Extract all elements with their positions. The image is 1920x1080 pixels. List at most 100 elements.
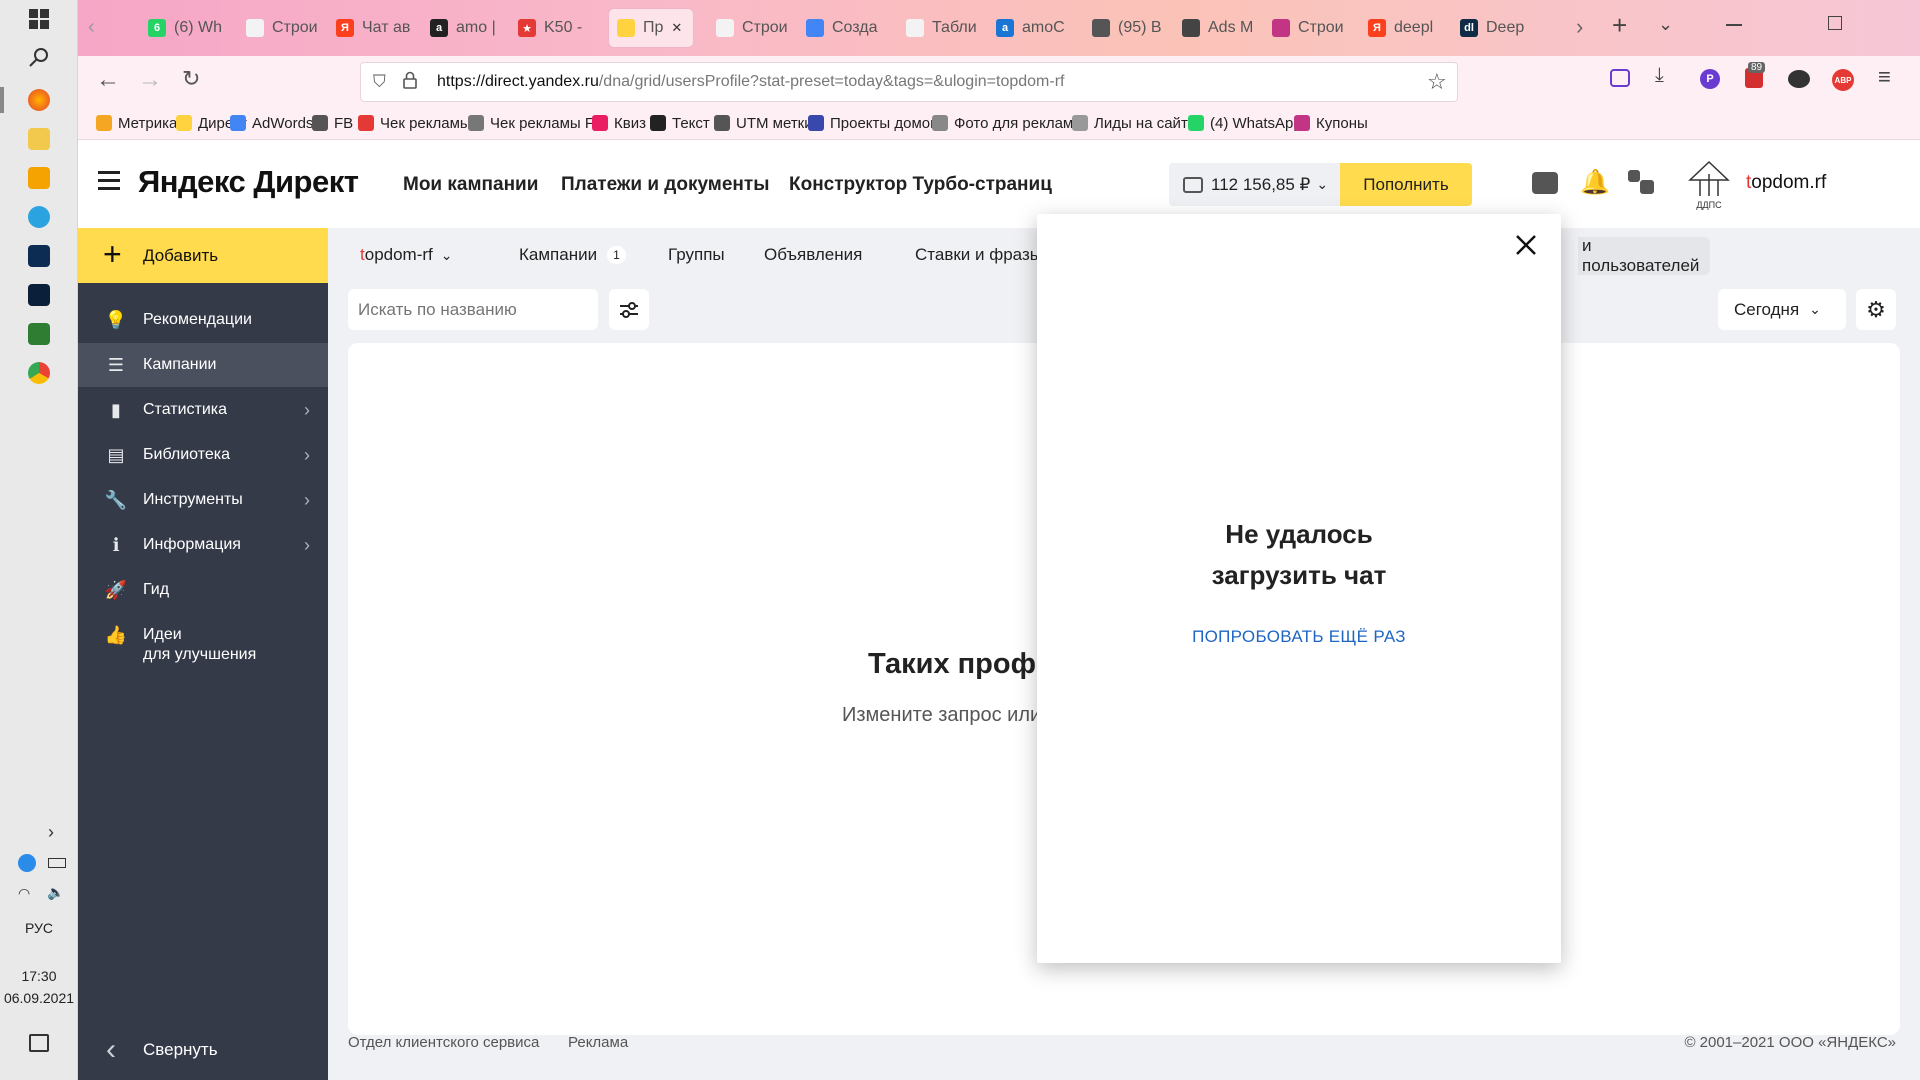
volume-icon[interactable]: 🔈 — [47, 884, 64, 901]
collapse-sidebar-button[interactable]: ‹ Свернуть — [78, 1028, 328, 1072]
sidebar-item-wrench[interactable]: 🔧 Инструменты › — [78, 478, 328, 522]
extension-icon[interactable] — [1788, 70, 1810, 88]
scroll-tabs-right-icon[interactable]: › — [1576, 14, 1583, 40]
app-icon[interactable] — [28, 323, 50, 345]
forward-arrow-icon[interactable]: → — [138, 66, 162, 94]
browser-tab[interactable]: a amo | — [422, 8, 502, 48]
close-tab-icon[interactable]: ✕ — [671, 20, 682, 36]
browser-tab[interactable]: a amoC — [988, 8, 1076, 48]
browser-tab[interactable]: 6 (6) Wh — [140, 8, 228, 48]
browser-tab[interactable]: Яdeepl — [1360, 8, 1446, 48]
nav-turbo-builder[interactable]: Конструктор Турбо-страниц — [789, 174, 1052, 196]
bookmark-item[interactable]: Проекты домов — [808, 106, 938, 140]
footer-support-link[interactable]: Отдел клиентского сервиса — [348, 1034, 539, 1051]
browser-tab[interactable]: Строи — [1264, 8, 1354, 48]
bookmark-item[interactable]: Фото для рекламы — [932, 106, 1084, 140]
photoshop-icon[interactable] — [28, 284, 50, 306]
tab-campaigns[interactable]: Кампании 1 — [519, 228, 626, 282]
pocket-icon[interactable] — [1610, 69, 1630, 87]
bookmark-item[interactable]: FB — [312, 106, 353, 140]
add-button[interactable]: + Добавить — [78, 228, 328, 283]
browser-tab[interactable]: Ads M — [1174, 8, 1258, 48]
language-indicator[interactable]: РУС — [0, 920, 78, 936]
bookmark-item[interactable]: AdWords — [230, 106, 313, 140]
settings-gear-icon[interactable]: ⚙ — [1856, 289, 1896, 330]
extension-p-icon[interactable]: P — [1700, 69, 1720, 89]
account-switcher[interactable]: t opdom-rf ⌄ — [360, 228, 453, 282]
tab-list-chevron-icon[interactable]: ⌄ — [1658, 14, 1673, 35]
browser-tab[interactable]: dl Deep — [1452, 8, 1542, 48]
menu-icon[interactable]: ≡ — [1878, 64, 1891, 90]
notifications-bell-icon[interactable]: 🔔 — [1580, 168, 1610, 197]
clock-date[interactable]: 06.09.2021 — [0, 990, 78, 1006]
chrome-icon[interactable] — [28, 362, 50, 384]
clock-time[interactable]: 17:30 — [0, 968, 78, 984]
v-app-icon[interactable] — [28, 245, 50, 267]
file-explorer-icon[interactable] — [28, 128, 50, 150]
restore-window-icon[interactable] — [1828, 16, 1842, 30]
chat-icon[interactable] — [1532, 172, 1558, 194]
bookmark-item[interactable]: Текст — [650, 106, 710, 140]
shield-icon[interactable]: ⛉ — [373, 72, 386, 92]
sidebar-item-lightbulb[interactable]: 💡 Рекомендации — [78, 298, 328, 342]
browser-tab[interactable]: ★ K50 - — [510, 8, 600, 48]
bookmark-item[interactable]: Чек рекламы — [358, 106, 471, 140]
bookmark-item[interactable]: Метрика — [96, 106, 177, 140]
topup-button[interactable]: Пополнить — [1340, 163, 1472, 206]
browser-tab[interactable]: Я Чат ав — [328, 8, 418, 48]
period-select[interactable]: Сегодня ⌄ — [1718, 289, 1846, 330]
bookmark-item[interactable]: UTM метки — [714, 106, 813, 140]
bookmark-item[interactable]: Лиды на сайте — [1072, 106, 1196, 140]
address-bar[interactable]: ⛉ https://direct.yandex.ru/dna/grid/user… — [360, 62, 1458, 102]
bookmark-item[interactable]: Чек рекламы FB — [468, 106, 604, 140]
filter-button[interactable] — [609, 289, 649, 330]
tab-bids-phrases[interactable]: Ставки и фразы — [915, 228, 1037, 282]
reload-icon[interactable]: ↻ — [182, 66, 200, 92]
search-input[interactable] — [348, 289, 598, 330]
logo[interactable]: Яндекс Директ — [138, 164, 359, 200]
bookmark-item[interactable]: (4) WhatsApp — [1188, 106, 1302, 140]
url-text[interactable]: https://direct.yandex.ru/dna/grid/usersP… — [437, 73, 1064, 91]
close-icon[interactable] — [1512, 231, 1540, 259]
wifi-icon[interactable]: ◠ — [18, 885, 30, 902]
sublime-icon[interactable] — [28, 167, 50, 189]
search-icon[interactable] — [19, 40, 59, 74]
minimize-window-icon[interactable] — [1726, 24, 1742, 26]
new-tab-icon[interactable]: + — [1612, 10, 1627, 41]
windows-start-icon[interactable] — [19, 2, 59, 36]
browser-tab[interactable]: Строи — [708, 8, 792, 48]
browser-tab[interactable]: (95) В — [1084, 8, 1168, 48]
lock-icon[interactable] — [403, 71, 417, 89]
browser-tab[interactable]: Табли — [898, 8, 982, 48]
nav-payments[interactable]: Платежи и документы — [561, 174, 769, 196]
tab-user-profiles[interactable]: и пользователей — [1578, 236, 1710, 275]
scroll-tabs-left-icon[interactable]: ‹ — [88, 16, 95, 39]
bookmark-item[interactable]: Квиз — [592, 106, 646, 140]
help-icon[interactable] — [1626, 168, 1656, 196]
adblock-icon[interactable]: ABP — [1832, 69, 1854, 91]
browser-tab[interactable]: Строи — [238, 8, 322, 48]
hamburger-menu-icon[interactable] — [98, 171, 120, 190]
sidebar-item-info[interactable]: ℹ Информация › — [78, 523, 328, 567]
download-icon[interactable]: ⤓ — [1655, 64, 1664, 87]
tab-ads[interactable]: Объявления — [764, 228, 862, 282]
chevron-right-icon[interactable]: › — [48, 822, 54, 843]
notifications-icon[interactable] — [29, 1034, 49, 1052]
sidebar-item-bar-chart[interactable]: ▮ Статистика › — [78, 388, 328, 432]
browser-tab[interactable]: Пр ✕ — [608, 8, 694, 48]
bookmark-item[interactable]: Купоны — [1294, 106, 1368, 140]
tab-groups[interactable]: Группы — [668, 228, 725, 282]
sidebar-item-campaigns-list[interactable]: ☰ Кампании — [78, 343, 328, 387]
avatar[interactable]: ДДПС — [1684, 158, 1734, 210]
sidebar-item-library[interactable]: ▤ Библиотека › — [78, 433, 328, 477]
sidebar-item-thumbs-up[interactable]: 👍 Идеи для улучшения — [78, 613, 328, 664]
footer-ads-link[interactable]: Реклама — [568, 1034, 628, 1051]
nav-my-campaigns[interactable]: Мои кампании — [403, 174, 538, 196]
browser-tab[interactable]: Созда — [798, 8, 888, 48]
battery-icon[interactable] — [48, 858, 66, 868]
sidebar-item-rocket[interactable]: 🚀 Гид — [78, 568, 328, 612]
bookmark-star-icon[interactable]: ☆ — [1427, 69, 1447, 95]
back-arrow-icon[interactable]: ← — [96, 66, 120, 94]
telegram-icon[interactable] — [28, 206, 50, 228]
network-app-icon[interactable] — [18, 854, 36, 872]
